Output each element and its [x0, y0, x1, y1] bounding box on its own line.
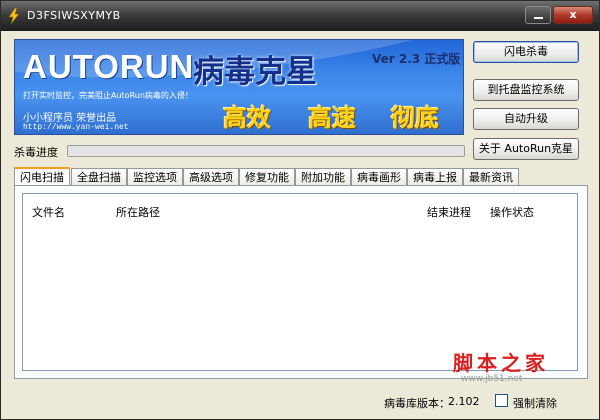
banner-author: 小小程序员 荣誉出品 [23, 113, 117, 124]
banner-brand: AUTORUN [23, 48, 195, 85]
tab-quick-scan[interactable]: 闪电扫描 [14, 167, 70, 187]
minimize-icon [534, 17, 543, 19]
progress-label: 杀毒进度 [14, 146, 58, 159]
tab-extra-functions[interactable]: 附加功能 [295, 168, 351, 186]
column-header-end-process[interactable]: 结束进程 [427, 204, 471, 220]
tab-full-scan[interactable]: 全盘扫描 [71, 168, 127, 186]
force-clear-checkbox[interactable] [495, 394, 508, 407]
column-header-filename[interactable]: 文件名 [32, 204, 65, 220]
db-version-value: 2.102 [448, 395, 480, 408]
tab-virus-report[interactable]: 病毒上报 [407, 168, 463, 186]
app-window: D3FSIWSXYMYB x AUTORUN 病毒克星 Ver 2.3 正式版 … [0, 0, 600, 420]
banner-url: http://www.yan-wei.net [23, 123, 129, 132]
watermark: 脚本之家 www.jb51.net [453, 347, 573, 391]
force-clear-label[interactable]: 强制清除 [513, 395, 557, 411]
column-header-status[interactable]: 操作状态 [490, 204, 534, 220]
auto-upgrade-button[interactable]: 自动升级 [473, 108, 579, 130]
close-button[interactable]: x [553, 6, 593, 24]
banner-tagline: 打开实时监控，完美阻止AutoRun病毒的入侵！ [23, 91, 193, 100]
scan-progress-bar [67, 145, 465, 157]
title-bar[interactable]: D3FSIWSXYMYB x [1, 1, 599, 31]
banner-slogan: 彻底 [391, 104, 439, 132]
minimize-button[interactable] [525, 6, 551, 24]
tab-advanced-options[interactable]: 高级选项 [183, 168, 239, 186]
tab-latest-news[interactable]: 最新资讯 [463, 168, 519, 186]
tab-repair[interactable]: 修复功能 [239, 168, 295, 186]
tab-monitor-options[interactable]: 监控选项 [127, 168, 183, 186]
column-header-path[interactable]: 所在路径 [116, 204, 160, 220]
db-version-label: 病毒库版本： [384, 397, 450, 410]
banner-subtitle: 病毒克星 [193, 54, 317, 90]
about-button[interactable]: 关于 AutoRun克星 [473, 138, 579, 160]
quick-kill-button[interactable]: 闪电杀毒 [473, 41, 579, 63]
watermark-url: www.jb51.net [461, 374, 523, 384]
watermark-text: 脚本之家 [453, 351, 549, 375]
close-icon: x [569, 8, 577, 21]
tray-monitor-button[interactable]: 到托盘监控系统 [473, 79, 579, 101]
banner-slogan: 高效 [223, 104, 271, 132]
tab-virus-shapes[interactable]: 病毒画形 [351, 168, 407, 186]
banner: AUTORUN 病毒克星 Ver 2.3 正式版 打开实时监控，完美阻止Auto… [14, 39, 464, 135]
scan-results-list[interactable]: 文件名 所在路径 结束进程 操作状态 [22, 193, 578, 371]
banner-slogan: 高速 [308, 104, 356, 132]
window-title: D3FSIWSXYMYB [27, 9, 121, 22]
banner-version: Ver 2.3 正式版 [372, 52, 461, 66]
lightning-icon [7, 7, 21, 25]
